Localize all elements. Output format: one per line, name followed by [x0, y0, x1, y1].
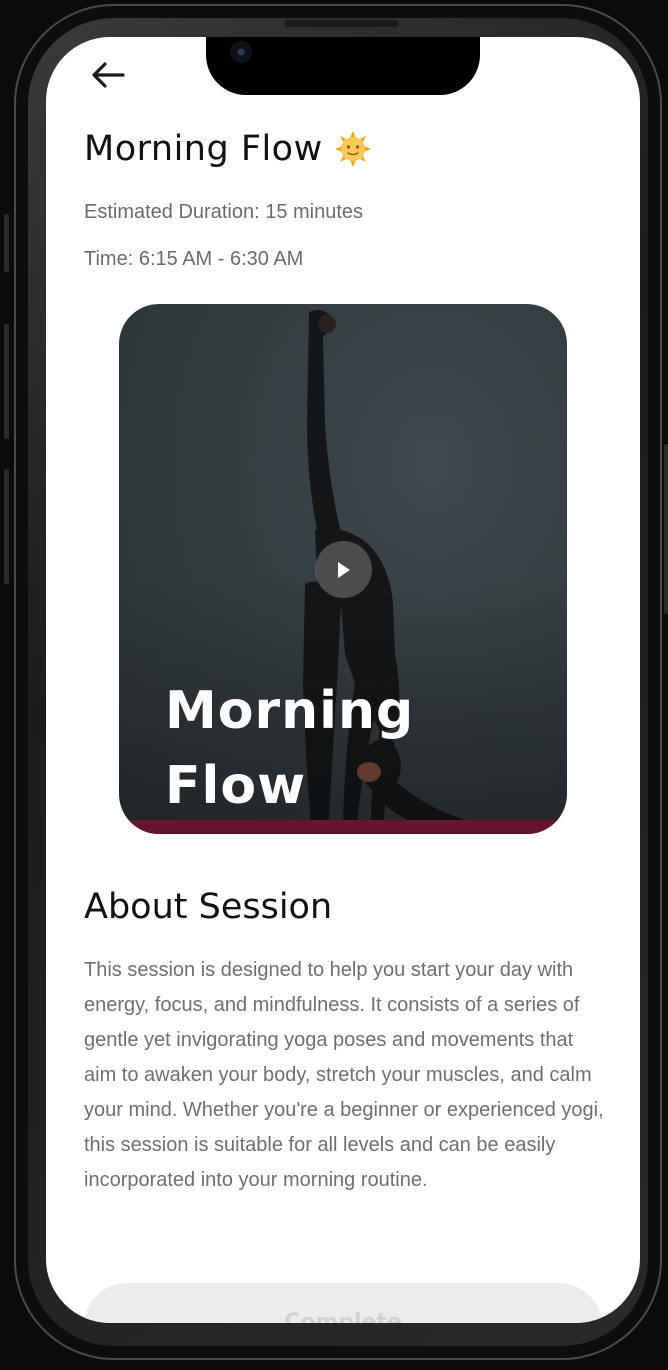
silent-switch — [4, 214, 9, 272]
about-session-heading: About Session — [84, 887, 333, 927]
video-card-title: Morning Flow — [165, 681, 415, 816]
back-button[interactable] — [88, 57, 128, 93]
sun-face-icon — [334, 131, 371, 167]
play-icon — [337, 561, 350, 578]
earpiece-speaker — [283, 18, 401, 29]
play-button[interactable] — [315, 541, 372, 598]
app-screen: Morning Flow Estimated Duration: 15 minu… — [46, 37, 640, 1323]
volume-down-button — [4, 469, 9, 584]
about-session-description: This session is designed to help you sta… — [84, 959, 604, 1191]
arrow-left-icon — [92, 62, 125, 88]
session-title-row: Morning Flow — [84, 129, 371, 169]
volume-up-button — [4, 324, 9, 439]
estimated-duration: Estimated Duration: 15 minutes — [84, 201, 364, 223]
page-title: Morning Flow — [84, 129, 323, 169]
session-time: Time: 6:15 AM - 6:30 AM — [84, 248, 304, 270]
power-button — [664, 444, 668, 614]
session-video-card[interactable]: Morning Flow — [119, 304, 567, 834]
complete-button[interactable]: Complete — [84, 1283, 602, 1323]
front-camera-icon — [230, 41, 252, 63]
notch — [206, 37, 480, 95]
